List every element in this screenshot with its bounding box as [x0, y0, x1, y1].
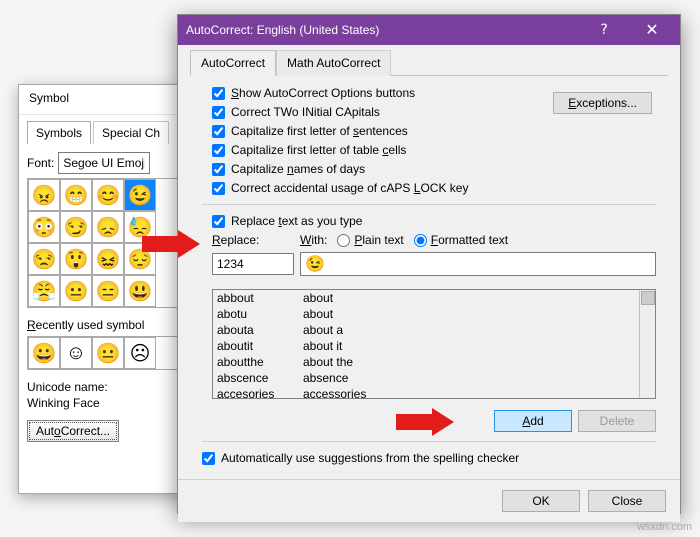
emoji-cell[interactable]: 😑 — [92, 275, 124, 307]
autocorrect-button[interactable]: AutoCorrect... — [27, 420, 119, 442]
table-row: abotuabout — [213, 306, 639, 322]
recent-cell[interactable]: ☹ — [124, 337, 156, 369]
table-row: aboutaabout a — [213, 322, 639, 338]
table-row: abboutabout — [213, 290, 639, 306]
delete-button: Delete — [578, 410, 656, 432]
emoji-cell[interactable]: 😁 — [60, 179, 92, 211]
table-row: abscenceabsence — [213, 370, 639, 386]
scrollbar[interactable] — [639, 290, 655, 398]
symbol-title: Symbol — [19, 85, 197, 115]
emoji-cell[interactable]: 😞 — [92, 211, 124, 243]
recent-cell[interactable]: 😐 — [92, 337, 124, 369]
tab-autocorrect[interactable]: AutoCorrect — [190, 50, 276, 76]
replacement-table[interactable]: abboutabout abotuabout aboutaabout a abo… — [212, 289, 656, 399]
watermark: wsxdn.com — [637, 521, 692, 533]
emoji-cell[interactable]: 😉 — [124, 179, 156, 211]
winking-face-icon: 😉 — [305, 254, 325, 274]
with-input[interactable]: 😉 — [300, 252, 656, 276]
replace-label: Replace: — [212, 233, 294, 247]
emoji-cell[interactable]: 😖 — [92, 243, 124, 275]
chk-caps-lock[interactable]: Correct accidental usage of cAPS LOCK ke… — [212, 181, 656, 195]
tab-math-autocorrect[interactable]: Math AutoCorrect — [276, 50, 391, 76]
unicode-name-label: Unicode name: — [27, 380, 189, 394]
font-select[interactable] — [58, 152, 150, 174]
chk-use-spelling-suggestions[interactable]: Automatically use suggestions from the s… — [202, 451, 656, 465]
emoji-cell[interactable]: 😊 — [92, 179, 124, 211]
tab-special-chars[interactable]: Special Ch — [93, 121, 169, 144]
chk-cap-days[interactable]: Capitalize names of days — [212, 162, 656, 176]
font-label: Font: — [27, 156, 54, 170]
replace-input[interactable] — [212, 253, 294, 275]
chk-replace-as-type[interactable]: Replace text as you type — [212, 214, 656, 228]
exceptions-button[interactable]: Exceptions... — [553, 92, 652, 114]
arrow-annotation-icon — [142, 230, 200, 258]
table-row: aboutitabout it — [213, 338, 639, 354]
close-icon[interactable]: ✕ — [632, 15, 672, 45]
recent-cell[interactable]: 😀 — [28, 337, 60, 369]
table-row: abouttheabout the — [213, 354, 639, 370]
emoji-cell[interactable]: 😠 — [28, 179, 60, 211]
with-label: With: — [300, 233, 327, 247]
ok-button[interactable]: OK — [502, 490, 580, 512]
symbol-dialog: Symbol Symbols Special Ch Font: 😠 😁 😊 😉 … — [18, 84, 198, 494]
dialog-title: AutoCorrect: English (United States) — [186, 23, 576, 37]
help-icon[interactable]: ? — [584, 15, 624, 45]
emoji-cell[interactable]: 😳 — [28, 211, 60, 243]
emoji-cell[interactable]: 😤 — [28, 275, 60, 307]
unicode-name-value: Winking Face — [27, 396, 189, 410]
recent-label: Recently used symbol — [27, 318, 189, 332]
emoji-cell[interactable]: 😒 — [28, 243, 60, 275]
radio-plain-text[interactable]: Plain text — [337, 233, 403, 247]
titlebar: AutoCorrect: English (United States) ? ✕ — [178, 15, 680, 45]
recent-cell[interactable]: ☺ — [60, 337, 92, 369]
emoji-cell[interactable]: 😏 — [60, 211, 92, 243]
radio-formatted-text[interactable]: Formatted text — [414, 233, 508, 247]
arrow-annotation-icon — [396, 408, 454, 436]
emoji-cell[interactable]: 😐 — [60, 275, 92, 307]
close-button[interactable]: Close — [588, 490, 666, 512]
tab-symbols[interactable]: Symbols — [27, 121, 91, 144]
emoji-cell[interactable]: 😲 — [60, 243, 92, 275]
add-button[interactable]: Add — [494, 410, 572, 432]
table-row: accesoriesaccessories — [213, 386, 639, 398]
chk-cap-table-cells[interactable]: Capitalize first letter of table cells — [212, 143, 656, 157]
emoji-cell[interactable]: 😃 — [124, 275, 156, 307]
autocorrect-dialog: AutoCorrect: English (United States) ? ✕… — [177, 14, 681, 514]
recent-grid[interactable]: 😀 ☺ 😐 ☹ — [27, 336, 189, 370]
chk-cap-sentences[interactable]: Capitalize first letter of sentences — [212, 124, 656, 138]
